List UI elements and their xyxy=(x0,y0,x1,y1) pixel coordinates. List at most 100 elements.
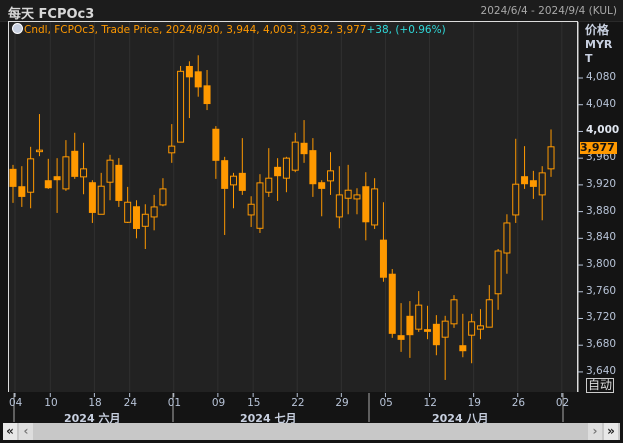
candle-down xyxy=(362,186,370,223)
y-tick-label: 3,760 xyxy=(586,284,617,297)
candle-down xyxy=(132,206,140,229)
candle-up xyxy=(415,304,423,330)
candle-down xyxy=(459,345,467,352)
candle-down xyxy=(9,168,17,187)
x-tick-label: 09 xyxy=(211,397,226,409)
candle-down xyxy=(529,180,537,187)
candle-up xyxy=(159,188,167,206)
clock-icon[interactable] xyxy=(12,23,23,34)
candle-up xyxy=(256,182,264,229)
x-tick-label: 10 xyxy=(44,397,58,409)
candle-up xyxy=(141,213,149,227)
candle-up xyxy=(247,203,255,216)
horizontal-scrollbar[interactable]: « ‹ › » xyxy=(3,423,620,440)
legend-change: +38, (+0.96%) xyxy=(366,24,446,36)
candle-up xyxy=(168,145,176,154)
candle-down xyxy=(424,329,432,332)
y-tick-label: 4,000 xyxy=(586,124,620,137)
candle-up xyxy=(35,149,43,153)
y-tick-label: 3,680 xyxy=(586,338,617,351)
candle-up xyxy=(494,250,502,295)
scroll-last-button[interactable]: » xyxy=(604,423,618,440)
x-tick-label: 29 xyxy=(335,397,349,409)
candle-up xyxy=(124,201,132,223)
candle-down xyxy=(274,166,282,177)
x-tick-label: 18 xyxy=(88,397,102,409)
y-tick-label: 3,880 xyxy=(586,204,617,217)
candle-up xyxy=(80,168,88,178)
x-tick-label: 05 xyxy=(379,397,393,409)
candle-up xyxy=(503,222,511,254)
candle-up xyxy=(468,321,476,336)
candle-down xyxy=(44,180,52,189)
x-tick-label: 19 xyxy=(467,397,481,409)
candle-up xyxy=(476,325,484,330)
candle-up xyxy=(353,194,361,200)
scroll-next-button[interactable]: › xyxy=(588,423,602,440)
candle-up xyxy=(512,183,520,216)
y-axis-header: 价格 xyxy=(585,23,610,37)
candle-up xyxy=(450,299,458,325)
legend-text: Cndl, FCPOc3, Trade Price, 2024/8/30, 3,… xyxy=(24,24,367,36)
candle-down xyxy=(300,142,308,155)
candle-up xyxy=(62,156,70,190)
candle-down xyxy=(71,150,79,177)
x-tick-label: 15 xyxy=(247,397,261,409)
candle-down xyxy=(115,164,123,201)
candle-up xyxy=(441,320,449,338)
scroll-prev-button[interactable]: ‹ xyxy=(19,423,33,440)
candle-up xyxy=(371,188,379,226)
candle-down xyxy=(238,172,246,191)
candle-down xyxy=(221,160,229,189)
y-tick-label: 4,080 xyxy=(586,71,617,83)
auto-scale-button[interactable]: 自动 xyxy=(586,378,615,393)
candlestick-chart xyxy=(9,22,583,422)
candle-down xyxy=(397,335,405,340)
candle-up xyxy=(230,175,237,186)
candle-down xyxy=(18,186,26,197)
candle-up xyxy=(485,299,493,328)
candle-down xyxy=(309,150,317,185)
y-tick-label: 4,040 xyxy=(586,97,617,110)
candle-up xyxy=(150,206,158,218)
candle-down xyxy=(521,176,529,185)
candle-down xyxy=(318,182,326,189)
y-tick-label: 3,720 xyxy=(586,311,617,324)
scroll-first-button[interactable]: « xyxy=(3,423,17,440)
candle-down xyxy=(185,65,193,78)
legend: Cndl, FCPOc3, Trade Price, 2024/8/30, 3,… xyxy=(12,23,446,36)
candle-up xyxy=(291,141,299,171)
x-tick-label: 12 xyxy=(423,397,437,409)
candle-down xyxy=(203,85,211,105)
candle-down xyxy=(432,323,440,346)
x-tick-label: 24 xyxy=(123,397,138,409)
candle-up xyxy=(335,194,343,218)
candle-up xyxy=(265,177,273,193)
candle-up xyxy=(177,70,185,143)
y-tick-label: 3,920 xyxy=(586,177,617,190)
candle-up xyxy=(97,185,105,215)
y-axis-unit: MYR xyxy=(585,38,613,51)
candle-down xyxy=(53,176,61,181)
candle-down xyxy=(388,273,396,334)
current-price-label: 3,977 xyxy=(580,142,617,154)
x-tick-label: 04 xyxy=(9,397,23,409)
candle-up xyxy=(344,189,352,199)
y-axis-unit-2: T xyxy=(585,52,593,65)
y-tick-label: 3,840 xyxy=(586,231,617,244)
candle-down xyxy=(194,71,202,88)
y-tick-label: 3,640 xyxy=(586,364,617,377)
candle-up xyxy=(327,170,335,182)
candle-down xyxy=(88,182,96,213)
candle-up xyxy=(106,159,114,183)
y-tick-label: 3,800 xyxy=(586,258,617,271)
candle-up xyxy=(538,172,546,196)
candle-up xyxy=(27,158,35,193)
candle-down xyxy=(379,239,387,278)
candle-up xyxy=(282,157,290,179)
x-tick-label: 26 xyxy=(511,397,526,409)
x-tick-label: 02 xyxy=(555,397,570,409)
candle-up xyxy=(547,146,555,170)
candle-down xyxy=(212,128,220,161)
candle-down xyxy=(406,315,414,336)
